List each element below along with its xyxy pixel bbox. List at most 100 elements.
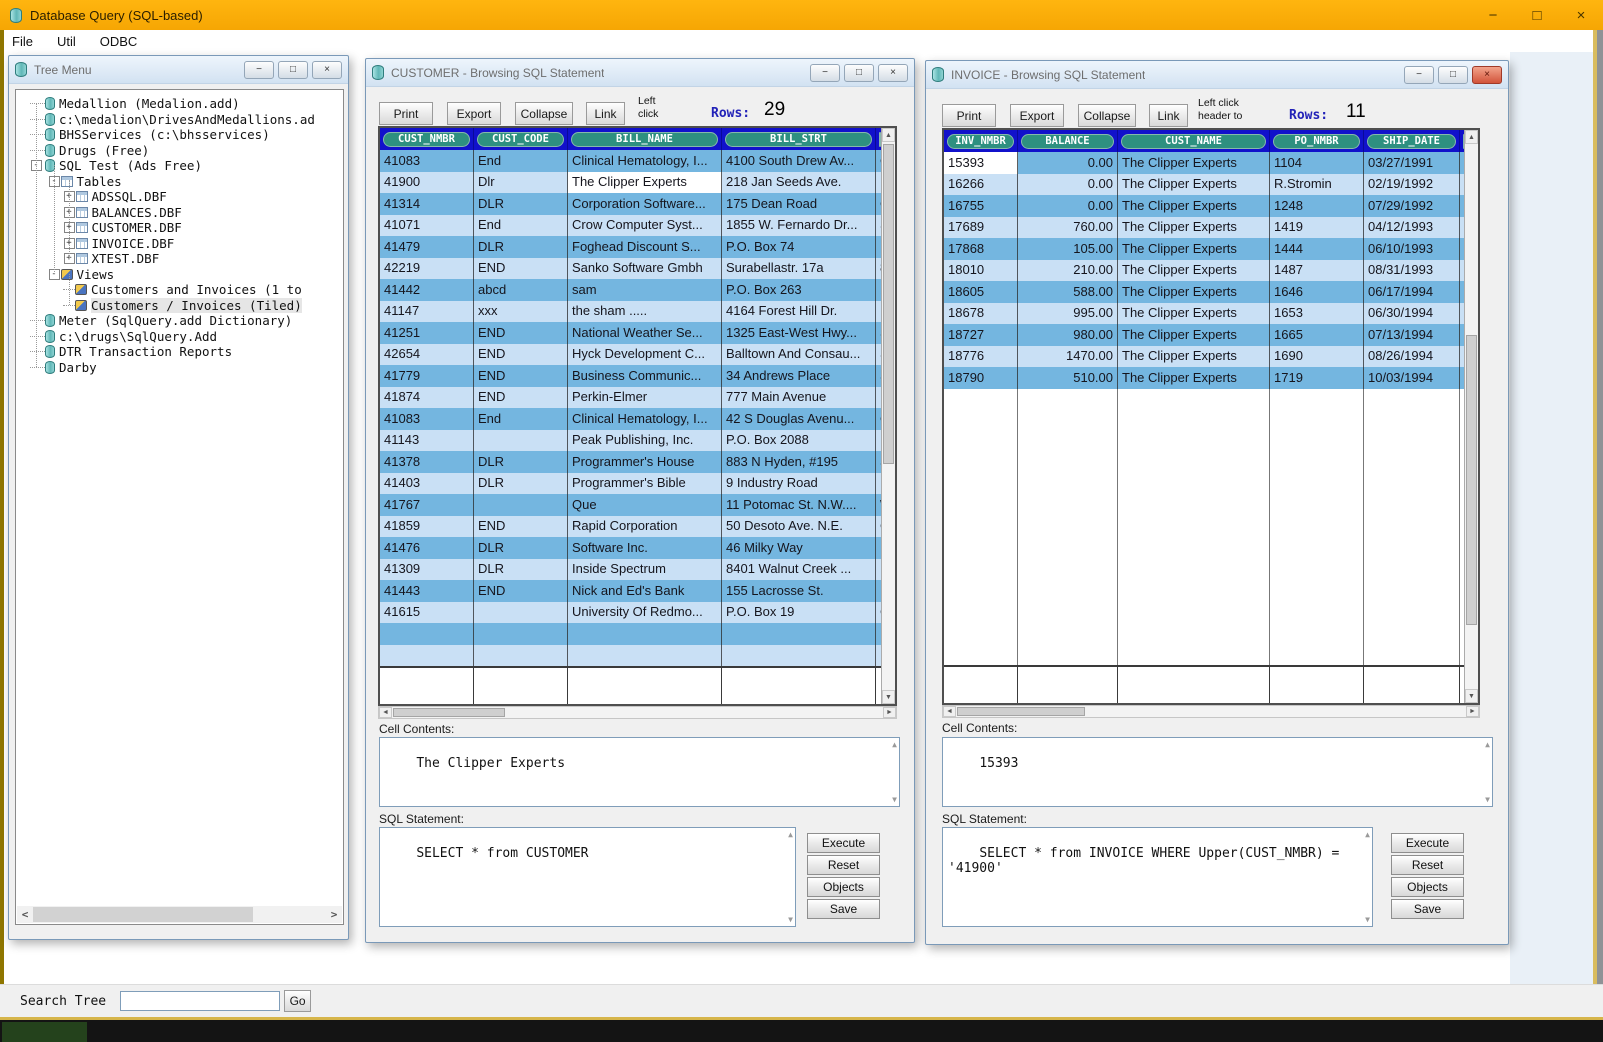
grid-cell[interactable]: 08/31/1993 <box>1364 260 1460 282</box>
tree-item[interactable]: Customers and Invoices (1 to <box>16 282 343 298</box>
grid-cell[interactable]: 0.00 <box>1018 174 1118 196</box>
grid-cell[interactable]: 4100 South Drew Av... <box>722 150 876 172</box>
grid-cell[interactable]: R.Stromin <box>1270 174 1364 196</box>
cell-contents-box[interactable]: 15393 ▲ ▼ <box>942 737 1493 807</box>
grid-cell[interactable]: 17868 <box>944 238 1018 260</box>
grid-cell[interactable]: 1487 <box>1270 260 1364 282</box>
menu-util[interactable]: Util <box>45 34 88 49</box>
grid-cell[interactable]: 18776 <box>944 346 1018 368</box>
grid-cell[interactable]: The Clipper Experts <box>1118 324 1270 346</box>
grid-cell[interactable]: 41309 <box>380 559 474 581</box>
grid-cell[interactable]: 15393 <box>944 152 1018 174</box>
tree-item[interactable]: Drugs (Free) <box>16 143 343 159</box>
grid-cell[interactable]: 1690 <box>1270 346 1364 368</box>
grid-cell[interactable]: 777 Main Avenue <box>722 387 876 409</box>
grid-cell[interactable]: 41479 <box>380 236 474 258</box>
grid-cell[interactable]: 41071 <box>380 215 474 237</box>
grid-cell[interactable]: 41403 <box>380 473 474 495</box>
tree-item[interactable]: +ADSSQL.DBF <box>16 189 343 205</box>
grid-cell[interactable]: 4164 Forest Hill Dr. <box>722 301 876 323</box>
grid-cell[interactable]: 1104 <box>1270 152 1364 174</box>
column-header[interactable]: BALANCE <box>1021 134 1114 149</box>
grid-cell[interactable]: 08/26/1994 <box>1364 346 1460 368</box>
grid-cell[interactable]: Foghead Discount S... <box>568 236 722 258</box>
grid-cell[interactable]: 883 N Hyden, #195 <box>722 451 876 473</box>
grid-cell[interactable]: 41378 <box>380 451 474 473</box>
scroll-down-icon[interactable]: ▼ <box>1465 689 1478 703</box>
grid-cell[interactable]: 1719 <box>1270 367 1364 389</box>
tree-item[interactable]: -Views <box>16 267 343 283</box>
grid-cell[interactable]: The Clipper Experts <box>1118 238 1270 260</box>
grid-cell[interactable]: Perkin-Elmer <box>568 387 722 409</box>
grid-cell[interactable]: 0.00 <box>1018 152 1118 174</box>
grid-cell[interactable]: 588.00 <box>1018 281 1118 303</box>
grid-cell[interactable] <box>474 602 568 624</box>
grid-cell[interactable] <box>474 430 568 452</box>
grid-cell[interactable]: 34 Andrews Place <box>722 365 876 387</box>
grid-cell[interactable]: DLR <box>474 559 568 581</box>
grid-cell[interactable]: Rapid Corporation <box>568 516 722 538</box>
tree-item[interactable]: Customers / Invoices (Tiled) <box>16 298 343 314</box>
main-titlebar[interactable]: Database Query (SQL-based) − □ × <box>0 0 1603 30</box>
grid-cell[interactable]: 16266 <box>944 174 1018 196</box>
grid-cell[interactable]: 46 Milky Way <box>722 537 876 559</box>
grid-cell[interactable]: 41442 <box>380 279 474 301</box>
grid-cell[interactable]: Inside Spectrum <box>568 559 722 581</box>
grid-cell[interactable]: DLR <box>474 193 568 215</box>
scroll-right-icon[interactable]: ► <box>883 707 896 718</box>
scroll-down-icon[interactable]: ▼ <box>882 690 895 704</box>
scroll-up-icon[interactable]: ▲ <box>1465 130 1478 144</box>
export-button[interactable]: Export <box>447 102 501 125</box>
column-header[interactable]: CUST_NAME <box>1121 134 1266 149</box>
scroll-down-icon[interactable]: ▼ <box>1365 915 1370 924</box>
grid-cell[interactable]: P.O. Box 2088 <box>722 430 876 452</box>
grid-cell[interactable]: 41476 <box>380 537 474 559</box>
grid-cell[interactable]: 1646 <box>1270 281 1364 303</box>
tree-item[interactable]: Medallion (Medalion.add) <box>16 96 343 112</box>
scroll-up-icon[interactable]: ▲ <box>882 128 895 142</box>
grid-cell[interactable]: abcd <box>474 279 568 301</box>
grid-cell[interactable]: 42654 <box>380 344 474 366</box>
grid-cell[interactable]: 50 Desoto Ave. N.E. <box>722 516 876 538</box>
restore-button[interactable]: □ <box>278 61 308 79</box>
grid-cell[interactable]: The Clipper Experts <box>1118 281 1270 303</box>
grid-cell[interactable]: DLR <box>474 451 568 473</box>
grid-cell[interactable]: xxx <box>474 301 568 323</box>
grid-cell[interactable]: University Of Redmo... <box>568 602 722 624</box>
save-button[interactable]: Save <box>1391 899 1464 919</box>
grid-cell[interactable]: 1419 <box>1270 217 1364 239</box>
grid-cell[interactable]: 1855 W. Fernardo Dr... <box>722 215 876 237</box>
grid-cell[interactable]: 04/12/1993 <box>1364 217 1460 239</box>
tree-item[interactable]: DTR Transaction Reports <box>16 344 343 360</box>
scroll-left-icon[interactable]: < <box>17 906 33 923</box>
grid-cell[interactable]: 18010 <box>944 260 1018 282</box>
scroll-up-icon[interactable]: ▲ <box>892 740 897 749</box>
grid-cell[interactable]: The Clipper Experts <box>1118 174 1270 196</box>
export-button[interactable]: Export <box>1010 104 1064 127</box>
grid-cell[interactable]: 1444 <box>1270 238 1364 260</box>
close-button[interactable]: × <box>878 64 908 82</box>
grid-cell[interactable]: 8401 Walnut Creek ... <box>722 559 876 581</box>
grid-cell[interactable]: The Clipper Experts <box>1118 217 1270 239</box>
grid-cell[interactable]: 41083 <box>380 150 474 172</box>
grid-cell[interactable]: 41083 <box>380 408 474 430</box>
minimize-button[interactable]: − <box>244 61 274 79</box>
grid-cell[interactable]: Corporation Software... <box>568 193 722 215</box>
edit-cell[interactable] <box>1018 667 1118 705</box>
close-button[interactable]: × <box>312 61 342 79</box>
app-minimize-icon[interactable]: − <box>1471 0 1515 30</box>
tree-item[interactable]: -SQL Test (Ads Free) <box>16 158 343 174</box>
grid-cell[interactable]: 41779 <box>380 365 474 387</box>
grid-cell[interactable]: DLR <box>474 473 568 495</box>
grid-cell[interactable]: Nick and Ed's Bank <box>568 580 722 602</box>
scroll-left-icon[interactable]: ◄ <box>943 706 956 717</box>
grid-cell[interactable]: Business Communic... <box>568 365 722 387</box>
vertical-scrollbar[interactable]: ▲▼ <box>881 128 895 704</box>
grid-cell[interactable]: The Clipper Experts <box>1118 195 1270 217</box>
grid-cell[interactable]: 41143 <box>380 430 474 452</box>
grid-cell[interactable]: 1653 <box>1270 303 1364 325</box>
grid-cell[interactable]: 07/29/1992 <box>1364 195 1460 217</box>
app-maximize-icon[interactable]: □ <box>1515 0 1559 30</box>
grid-cell[interactable]: the sham ..... <box>568 301 722 323</box>
tree-item[interactable]: BHSServices (c:\bhsservices) <box>16 127 343 143</box>
